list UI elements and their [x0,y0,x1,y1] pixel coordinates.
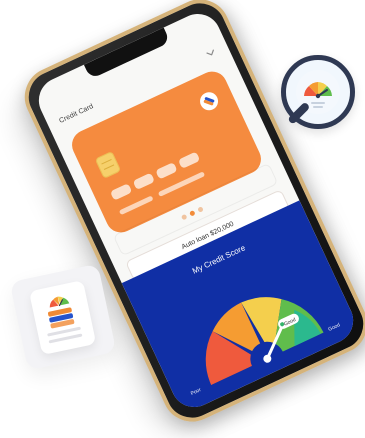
credit-report-card [9,263,117,371]
card-number-placeholders [109,151,201,201]
hero-illustration: Credit Card Auto loan $20,000 My Credit … [0,0,365,438]
bank-logo-icon [197,89,222,114]
header-title: Credit Card [58,103,95,125]
credit-report-icon [28,280,97,356]
card-name-placeholder [118,195,154,216]
credit-score-gauge: Good [205,297,324,385]
chevron-down-icon[interactable] [203,45,219,61]
card-chip-icon [94,150,122,179]
